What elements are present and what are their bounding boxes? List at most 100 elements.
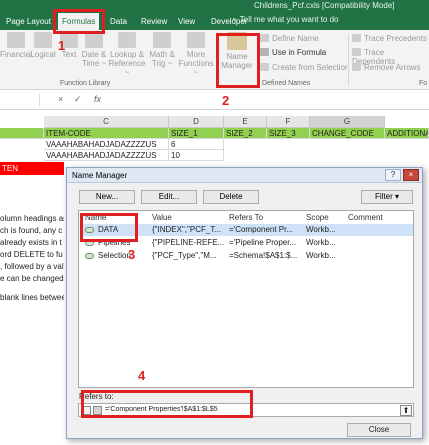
header-cell-additional[interactable]: ADDITIONA bbox=[385, 128, 429, 139]
date-time-button[interactable]: Date & Time ~ bbox=[80, 32, 108, 68]
header-cell-size2[interactable]: SIZE_2 bbox=[224, 128, 267, 139]
define-name-icon bbox=[260, 34, 269, 42]
refers-to-cell: ='Pipeline Proper... bbox=[229, 238, 297, 247]
date-time-label-1: Date & bbox=[81, 50, 107, 59]
scope-cell: Workb... bbox=[306, 251, 336, 260]
column-header-e[interactable]: E bbox=[224, 116, 267, 128]
sheet-text-line: , followed by a val bbox=[0, 262, 64, 271]
dialog-title-bar[interactable]: Name Manager ? × bbox=[67, 168, 422, 183]
math-trig-button[interactable]: Math & Trig ~ bbox=[147, 32, 177, 68]
header-cell-size1[interactable]: SIZE_1 bbox=[169, 128, 224, 139]
cell-size1[interactable]: 6 bbox=[169, 139, 224, 150]
sheet-text-line: already exists in t bbox=[0, 238, 62, 247]
create-from-selection-button[interactable]: Create from Selection bbox=[260, 63, 349, 72]
sheet-text-line: olumn headings as bbox=[0, 214, 64, 223]
tell-me-box[interactable]: ⚬ Tell me what you want to do bbox=[231, 15, 339, 24]
remove-arrows-label: Remove Arrows bbox=[364, 63, 421, 72]
formula-bar: × ✓ fx bbox=[0, 91, 429, 110]
sheet-text-line: blank lines betwee bbox=[0, 293, 64, 302]
logical-icon bbox=[34, 32, 52, 48]
name-cell: Selection bbox=[98, 251, 131, 260]
delete-button[interactable]: Delete bbox=[203, 190, 259, 204]
cancel-icon[interactable]: × bbox=[58, 94, 63, 104]
header-cell-item-code[interactable]: ITEM-CODE bbox=[44, 128, 169, 139]
create-from-selection-icon bbox=[260, 63, 269, 71]
trace-precedents-button[interactable]: Trace Precedents bbox=[352, 34, 427, 43]
close-icon[interactable]: × bbox=[403, 169, 419, 181]
enter-icon[interactable]: ✓ bbox=[74, 94, 82, 105]
annotation-box bbox=[216, 33, 260, 88]
tell-me-text: Tell me what you want to do bbox=[239, 15, 339, 24]
cell-item-code[interactable]: VAAAHABAHADJADAZZZZUS bbox=[44, 150, 169, 161]
green-cell[interactable] bbox=[0, 128, 44, 139]
header-cell-size3[interactable]: SIZE_3 bbox=[267, 128, 310, 139]
dropdown-arrow-icon: ▾ bbox=[395, 192, 400, 201]
lookup-label-2: Reference ~ bbox=[108, 59, 146, 77]
lightbulb-icon: ⚬ bbox=[231, 15, 238, 24]
remove-arrows-button[interactable]: Remove Arrows bbox=[352, 63, 420, 72]
lookup-reference-button[interactable]: Lookup & Reference ~ bbox=[107, 32, 147, 77]
cell-item-code[interactable]: VAAAHABAHADJADAZZZZUS bbox=[44, 139, 169, 150]
dialog-title: Name Manager bbox=[72, 171, 128, 180]
red-cell[interactable]: TEN bbox=[0, 162, 64, 175]
more-functions-button[interactable]: More Functions ~ bbox=[176, 32, 216, 77]
use-in-formula-label: Use in Formula bbox=[272, 48, 327, 57]
filter-label: Filter bbox=[374, 192, 393, 201]
col-comment[interactable]: Comment bbox=[348, 213, 383, 222]
annotation-box bbox=[80, 213, 138, 242]
sheet-text-line: ch is found, any c bbox=[0, 226, 63, 235]
edit-button[interactable]: Edit... bbox=[141, 190, 197, 204]
tab-review[interactable]: Review bbox=[141, 15, 167, 28]
tab-data[interactable]: Data bbox=[110, 15, 127, 28]
named-range-icon bbox=[85, 253, 94, 259]
column-header-d[interactable]: D bbox=[169, 116, 224, 128]
use-in-formula-button[interactable]: Use in Formula bbox=[260, 48, 326, 57]
value-cell: {"PIPELINE-REFE... bbox=[152, 238, 225, 247]
new-button[interactable]: New... bbox=[79, 190, 135, 204]
name-box[interactable] bbox=[0, 93, 40, 107]
value-cell: {"PCF_Type","M... bbox=[152, 251, 217, 260]
value-cell: {"INDEX","PCF_T... bbox=[152, 225, 221, 234]
annotation-box bbox=[81, 390, 253, 418]
define-name-label: Define Name bbox=[272, 34, 319, 43]
filter-button[interactable]: Filter ▾ bbox=[361, 190, 413, 204]
lookup-icon bbox=[118, 32, 136, 48]
header-cell-change-code[interactable]: CHANGE_CODE bbox=[310, 128, 385, 139]
annotation-number: 3 bbox=[128, 247, 136, 262]
help-button[interactable]: ? bbox=[385, 169, 401, 181]
trace-precedents-label: Trace Precedents bbox=[364, 34, 427, 43]
sheet-text-line: ord DELETE to fu bbox=[0, 250, 63, 259]
annotation-number: 4 bbox=[138, 368, 146, 383]
col-scope[interactable]: Scope bbox=[306, 213, 329, 222]
more-functions-icon bbox=[187, 32, 205, 48]
cell-size1[interactable]: 10 bbox=[169, 150, 224, 161]
column-header-f[interactable]: F bbox=[267, 116, 310, 128]
collapse-dialog-icon[interactable]: ⬆ bbox=[400, 405, 412, 416]
annotation-number: 1 bbox=[58, 38, 66, 53]
separator bbox=[348, 34, 349, 86]
financial-icon bbox=[7, 32, 25, 48]
create-from-selection-label: Create from Selection bbox=[272, 63, 350, 72]
sheet-text-line: e can be changed bbox=[0, 274, 64, 283]
more-label-2: Functions ~ bbox=[178, 59, 214, 77]
col-refers-to[interactable]: Refers To bbox=[229, 213, 263, 222]
logical-button[interactable]: Logical bbox=[28, 32, 58, 59]
window-title: Childrens_Pcf.cxls [Compatibility Mode] bbox=[254, 1, 395, 10]
use-in-formula-icon bbox=[260, 48, 269, 56]
annotation-number: 2 bbox=[222, 93, 230, 108]
define-name-button[interactable]: Define Name bbox=[260, 34, 319, 43]
defined-names-label: Defined Names bbox=[262, 80, 311, 87]
col-value[interactable]: Value bbox=[152, 213, 172, 222]
scope-cell: Workb... bbox=[306, 238, 336, 247]
function-library-label: Function Library bbox=[60, 80, 111, 87]
insert-function-icon[interactable]: fx bbox=[94, 94, 101, 104]
column-header-g[interactable]: G bbox=[310, 116, 385, 128]
math-icon bbox=[153, 32, 171, 48]
tab-view[interactable]: View bbox=[178, 15, 195, 28]
close-button[interactable]: Close bbox=[347, 423, 411, 437]
logical-label: Logical bbox=[30, 50, 56, 59]
more-label-1: More bbox=[186, 50, 206, 59]
trace-precedents-icon bbox=[352, 34, 361, 42]
column-header-c[interactable]: C bbox=[44, 116, 169, 128]
tab-page-layout[interactable]: Page Layout bbox=[6, 15, 51, 28]
